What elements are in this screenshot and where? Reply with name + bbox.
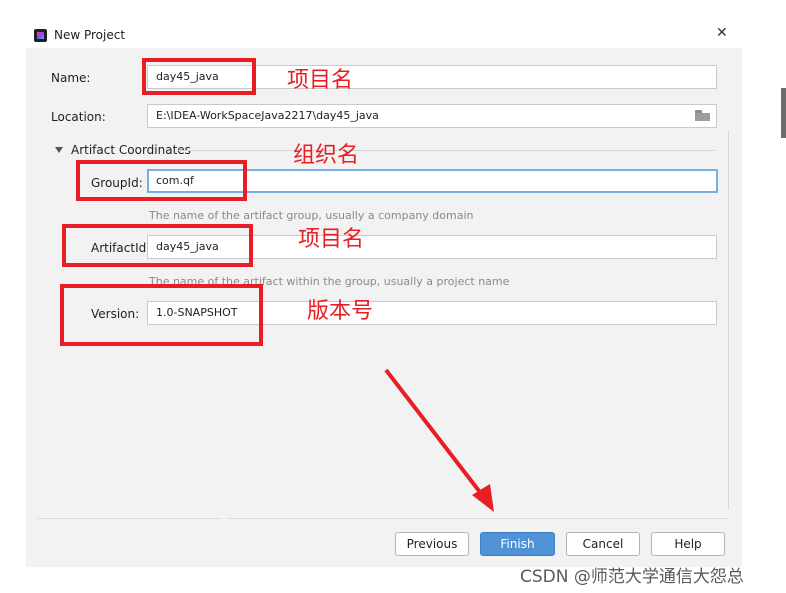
- watermark: CSDN @师范大学通信大怨总: [520, 567, 744, 587]
- annotation-arrow: [384, 368, 494, 512]
- scrollbar-thumb: [781, 88, 786, 138]
